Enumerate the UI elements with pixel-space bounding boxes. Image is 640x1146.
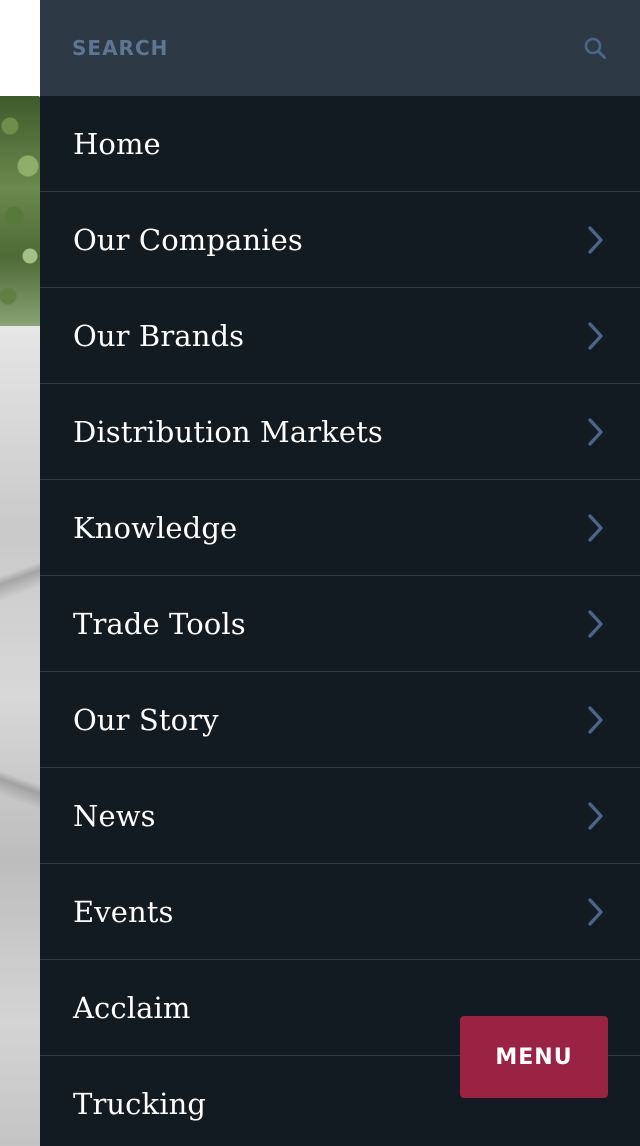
nav-item-label: Our Brands xyxy=(73,318,245,353)
nav-item-label: Our Companies xyxy=(73,222,303,257)
nav-item-events[interactable]: Events xyxy=(40,864,640,960)
search-bar[interactable]: SEARCH xyxy=(40,0,640,96)
nav-item-our-companies[interactable]: Our Companies xyxy=(40,192,640,288)
nav-item-news[interactable]: News xyxy=(40,768,640,864)
background-photo-top xyxy=(0,96,40,326)
search-icon[interactable] xyxy=(582,35,608,61)
nav-item-label: Acclaim xyxy=(73,990,191,1025)
nav-item-label: Knowledge xyxy=(73,510,238,545)
nav-item-trade-tools[interactable]: Trade Tools xyxy=(40,576,640,672)
background-photo-bottom xyxy=(0,326,40,1146)
nav-item-label: News xyxy=(73,798,156,833)
nav-item-knowledge[interactable]: Knowledge xyxy=(40,480,640,576)
chevron-right-icon[interactable] xyxy=(584,416,606,448)
chevron-right-icon[interactable] xyxy=(584,224,606,256)
nav-item-home[interactable]: Home xyxy=(40,96,640,192)
menu-button[interactable]: MENU xyxy=(460,1016,608,1098)
chevron-right-icon[interactable] xyxy=(584,800,606,832)
navigation-drawer: SEARCH Home Our Companies Our Brands Dis… xyxy=(40,0,640,1146)
nav-item-our-story[interactable]: Our Story xyxy=(40,672,640,768)
nav-item-our-brands[interactable]: Our Brands xyxy=(40,288,640,384)
search-input[interactable]: SEARCH xyxy=(72,36,168,60)
nav-item-label: Home xyxy=(73,126,161,161)
nav-item-label: Distribution Markets xyxy=(73,414,383,449)
viewport: SEARCH Home Our Companies Our Brands Dis… xyxy=(0,0,640,1146)
chevron-right-icon[interactable] xyxy=(584,896,606,928)
chevron-right-icon[interactable] xyxy=(584,320,606,352)
chevron-right-icon[interactable] xyxy=(584,608,606,640)
nav-item-distribution-markets[interactable]: Distribution Markets xyxy=(40,384,640,480)
nav-item-label: Trucking xyxy=(73,1086,207,1121)
nav-item-label: Events xyxy=(73,894,174,929)
nav-item-label: Our Story xyxy=(73,702,219,737)
chevron-right-icon[interactable] xyxy=(584,704,606,736)
nav-list: Home Our Companies Our Brands Distributi… xyxy=(40,96,640,1146)
chevron-right-icon[interactable] xyxy=(584,512,606,544)
nav-item-label: Trade Tools xyxy=(73,606,246,641)
